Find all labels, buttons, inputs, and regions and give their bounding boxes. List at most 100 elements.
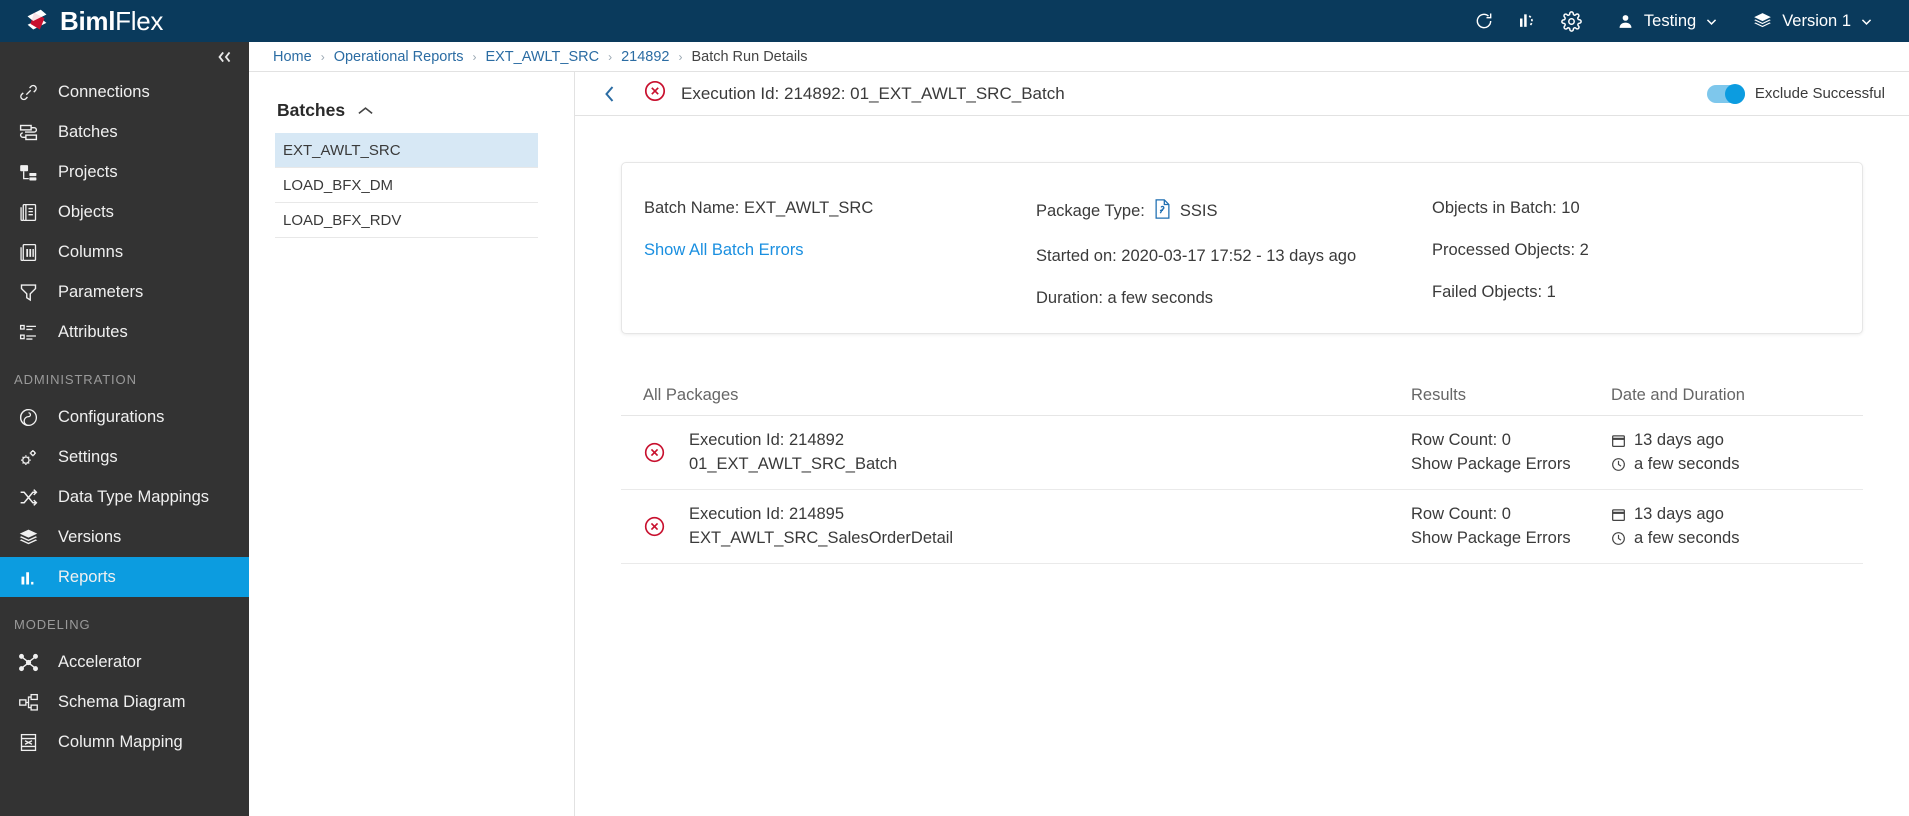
error-circle-icon bbox=[643, 79, 667, 108]
table-row[interactable]: Execution Id: 214895 EXT_AWLT_SRC_SalesO… bbox=[621, 490, 1863, 564]
row-package-cell: Execution Id: 214895 EXT_AWLT_SRC_SalesO… bbox=[621, 503, 1411, 551]
settings-button[interactable] bbox=[1550, 0, 1594, 42]
sidebar-item-objects[interactable]: Objects bbox=[0, 192, 249, 232]
brand-logo-area[interactable]: BimlFlex bbox=[0, 6, 163, 37]
sidebar-item-configurations[interactable]: Configurations bbox=[0, 397, 249, 437]
column-header-packages: All Packages bbox=[643, 386, 739, 404]
row-duration-line: a few seconds bbox=[1611, 453, 1841, 477]
row-execution-id: Execution Id: 214892 bbox=[689, 430, 845, 449]
exclude-successful-label: Exclude Successful bbox=[1754, 85, 1885, 102]
sidebar-item-versions[interactable]: Versions bbox=[0, 517, 249, 557]
sidebar-item-label: Columns bbox=[58, 242, 124, 261]
summary-column-right: Objects in Batch: 10 Processed Objects: … bbox=[1432, 199, 1772, 333]
sidebar-section-modeling: MODELING bbox=[14, 617, 91, 632]
column-header-date-duration: Date and Duration bbox=[1611, 386, 1745, 404]
started-on-row: Started on: 2020-03-17 17:52 - 13 days a… bbox=[1036, 247, 1432, 266]
schema-icon bbox=[18, 691, 44, 713]
shuffle-icon bbox=[18, 486, 44, 508]
batch-list-item[interactable]: LOAD_BFX_DM bbox=[275, 168, 538, 203]
sidebar-item-label: Schema Diagram bbox=[58, 692, 186, 711]
double-chevron-left-icon bbox=[218, 51, 231, 63]
execution-title: Execution Id: 214892: 01_EXT_AWLT_SRC_Ba… bbox=[681, 83, 1065, 103]
sidebar-collapse-button[interactable] bbox=[0, 42, 249, 72]
sidebar-item-data-type-mappings[interactable]: Data Type Mappings bbox=[0, 477, 249, 517]
sidebar-item-label: Versions bbox=[58, 527, 122, 546]
show-package-errors-link[interactable]: Show Package Errors bbox=[1411, 527, 1611, 551]
analytics-icon bbox=[1520, 14, 1534, 27]
package-type-label: Package Type: bbox=[1036, 202, 1145, 220]
version-menu[interactable]: Version 1 bbox=[1730, 11, 1885, 31]
bar-chart-icon bbox=[18, 566, 44, 588]
objects-in-batch-row: Objects in Batch: 10 bbox=[1432, 199, 1772, 218]
row-package-cell: Execution Id: 214892 01_EXT_AWLT_SRC_Bat… bbox=[621, 429, 1411, 477]
summary-column-middle: Package Type: SSIS Started on: 2020-03-1… bbox=[1036, 199, 1432, 333]
sidebar-item-reports[interactable]: Reports bbox=[0, 557, 249, 597]
back-button[interactable] bbox=[593, 85, 627, 103]
package-type-row: Package Type: SSIS bbox=[1036, 199, 1432, 224]
duration-text: Duration: a few seconds bbox=[1036, 289, 1214, 307]
chevron-down-icon bbox=[1707, 18, 1717, 25]
sidebar-item-label: Data Type Mappings bbox=[58, 487, 210, 506]
show-package-errors-link[interactable]: Show Package Errors bbox=[1411, 453, 1611, 477]
chevron-up-icon bbox=[358, 106, 373, 114]
brand-name-light: Flex bbox=[115, 5, 164, 36]
show-all-batch-errors-row: Show All Batch Errors bbox=[644, 241, 1036, 260]
toggle-knob bbox=[1724, 83, 1745, 104]
toggle-switch[interactable] bbox=[1706, 83, 1745, 104]
sidebar-item-schema-diagram[interactable]: Schema Diagram bbox=[0, 682, 249, 722]
batch-list-item[interactable]: LOAD_BFX_RDV bbox=[275, 203, 538, 238]
sidebar-item-column-mapping[interactable]: Column Mapping bbox=[0, 722, 249, 762]
failed-objects-text: Failed Objects: 1 bbox=[1432, 283, 1556, 301]
attributes-icon bbox=[18, 321, 44, 343]
sidebar-item-connections[interactable]: Connections bbox=[0, 72, 249, 112]
row-results-cell: Row Count: 0 Show Package Errors bbox=[1411, 503, 1611, 551]
clock-icon bbox=[1612, 458, 1625, 471]
layers-icon bbox=[1754, 13, 1772, 28]
row-package-text: Execution Id: 214895 EXT_AWLT_SRC_SalesO… bbox=[689, 503, 953, 551]
sidebar-item-projects[interactable]: Projects bbox=[0, 152, 249, 192]
clock-icon bbox=[1612, 532, 1625, 545]
breadcrumb-item-batch[interactable]: EXT_AWLT_SRC bbox=[485, 49, 599, 65]
breadcrumb-item-execution-id[interactable]: 214892 bbox=[621, 49, 669, 65]
sidebar-item-settings[interactable]: Settings bbox=[0, 437, 249, 477]
settings-gears-icon bbox=[18, 446, 44, 468]
breadcrumb-separator: › bbox=[678, 49, 683, 64]
batches-panel-header[interactable]: Batches bbox=[249, 72, 574, 133]
version-menu-label: Version 1 bbox=[1782, 11, 1851, 30]
sidebar-item-label: Batches bbox=[58, 122, 118, 141]
sidebar-item-parameters[interactable]: Parameters bbox=[0, 272, 249, 312]
ssis-file-icon bbox=[1154, 199, 1171, 224]
analytics-button[interactable] bbox=[1506, 0, 1550, 42]
brand-name-bold: Biml bbox=[60, 5, 116, 36]
objects-icon bbox=[18, 201, 44, 223]
batch-list-item[interactable]: EXT_AWLT_SRC bbox=[275, 133, 538, 168]
sidebar-item-label: Objects bbox=[58, 202, 114, 221]
sidebar-item-attributes[interactable]: Attributes bbox=[0, 312, 249, 352]
summary-column-left: Batch Name: EXT_AWLT_SRC Show All Batch … bbox=[644, 199, 1036, 333]
breadcrumb-item-home[interactable]: Home bbox=[273, 49, 312, 65]
breadcrumb-separator: › bbox=[320, 49, 325, 64]
row-date-text: 13 days ago bbox=[1634, 430, 1724, 449]
column-header-results: Results bbox=[1411, 386, 1467, 404]
failed-objects-row: Failed Objects: 1 bbox=[1432, 283, 1772, 302]
exclude-successful-toggle[interactable]: Exclude Successful bbox=[1706, 83, 1885, 104]
batch-list-item-label: LOAD_BFX_RDV bbox=[283, 211, 402, 229]
link-icon bbox=[18, 81, 44, 103]
row-date-line: 13 days ago bbox=[1611, 429, 1841, 453]
calendar-icon bbox=[1612, 509, 1625, 521]
sidebar-item-label: Configurations bbox=[58, 407, 165, 426]
table-row[interactable]: Execution Id: 214892 01_EXT_AWLT_SRC_Bat… bbox=[621, 416, 1863, 490]
duration-row: Duration: a few seconds bbox=[1036, 289, 1432, 308]
main-content: Batch Name: EXT_AWLT_SRC Show All Batch … bbox=[575, 116, 1909, 816]
top-brand-bar: BimlFlex Testing Version 1 bbox=[0, 0, 1909, 42]
user-menu[interactable]: Testing bbox=[1594, 12, 1730, 31]
layers-icon bbox=[18, 526, 44, 548]
row-duration-text: a few seconds bbox=[1634, 454, 1740, 473]
sidebar-item-batches[interactable]: Batches bbox=[0, 112, 249, 152]
left-sidebar: Connections Batches Projects Objects Col… bbox=[0, 42, 249, 816]
breadcrumb-item-operational-reports[interactable]: Operational Reports bbox=[334, 49, 464, 65]
sidebar-item-accelerator[interactable]: Accelerator bbox=[0, 642, 249, 682]
show-all-batch-errors-link[interactable]: Show All Batch Errors bbox=[644, 241, 804, 260]
refresh-button[interactable] bbox=[1462, 0, 1506, 42]
sidebar-item-columns[interactable]: Columns bbox=[0, 232, 249, 272]
